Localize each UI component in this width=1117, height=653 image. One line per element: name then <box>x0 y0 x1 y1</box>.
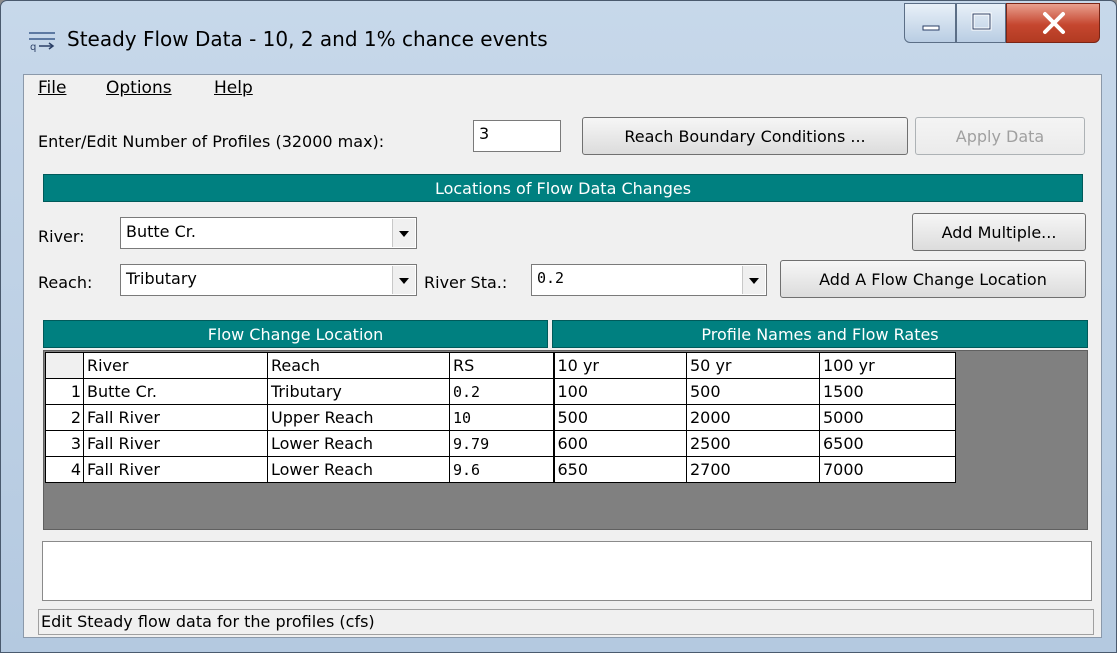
row-number[interactable]: 2 <box>45 404 84 431</box>
close-icon <box>1043 12 1065 34</box>
reach-boundary-conditions-button[interactable]: Reach Boundary Conditions ... <box>582 117 908 155</box>
river-select-value: Butte Cr. <box>126 222 196 241</box>
add-multiple-button[interactable]: Add Multiple... <box>912 213 1086 251</box>
cell-rs[interactable]: 10 <box>449 404 554 431</box>
status-bar: Edit Steady flow data for the profiles (… <box>38 609 1094 635</box>
cell-flow-p1[interactable]: 100 <box>552 378 687 405</box>
cell-flow-p1[interactable]: 650 <box>552 456 687 483</box>
flow-change-location-header: Flow Change Location <box>43 320 548 348</box>
title-bar[interactable]: q Steady Flow Data - 10, 2 and 1% chance… <box>1 1 1116 71</box>
flow-table: River Reach RS 10 yr 50 yr 100 yr 1 Butt… <box>45 352 956 483</box>
river-station-value: 0.2 <box>537 269 565 287</box>
river-select[interactable]: Butte Cr. <box>120 217 417 249</box>
row-number[interactable]: 4 <box>45 456 84 483</box>
cell-flow-p3[interactable]: 1500 <box>819 378 956 405</box>
cell-flow-p1[interactable]: 500 <box>552 404 687 431</box>
cell-rs[interactable]: 9.79 <box>449 430 554 457</box>
reach-select[interactable]: Tributary <box>120 264 417 296</box>
menu-file[interactable]: File <box>38 78 66 98</box>
cell-rs[interactable]: 0.2 <box>449 378 554 405</box>
cell-flow-p3[interactable]: 5000 <box>819 404 956 431</box>
column-header-profile-1[interactable]: 10 yr <box>552 352 687 379</box>
profiles-label: Enter/Edit Number of Profiles (32000 max… <box>38 132 385 151</box>
minimize-button[interactable] <box>904 3 956 43</box>
menu-help-label: Help <box>214 78 253 98</box>
menu-bar: File Options Help <box>24 75 1101 105</box>
chevron-down-icon[interactable] <box>392 266 415 294</box>
river-station-label: River Sta.: <box>424 273 508 292</box>
column-header-rs: RS <box>449 352 554 379</box>
row-number-header <box>45 352 84 379</box>
cell-flow-p2[interactable]: 500 <box>686 378 820 405</box>
maximize-button[interactable] <box>956 3 1006 43</box>
river-station-select[interactable]: 0.2 <box>531 264 767 296</box>
locations-header: Locations of Flow Data Changes <box>43 174 1083 202</box>
river-label: River: <box>38 227 85 246</box>
cell-flow-p2[interactable]: 2500 <box>686 430 820 457</box>
column-header-reach: Reach <box>267 352 450 379</box>
close-button[interactable] <box>1006 3 1100 43</box>
column-header-profile-2[interactable]: 50 yr <box>686 352 820 379</box>
minimize-icon <box>922 25 940 31</box>
cell-flow-p1[interactable]: 600 <box>552 430 687 457</box>
table-row: 3 Fall River Lower Reach 9.79 600 2500 6… <box>45 430 956 457</box>
cell-flow-p3[interactable]: 7000 <box>819 456 956 483</box>
table-row: 4 Fall River Lower Reach 9.6 650 2700 70… <box>45 456 956 483</box>
row-number[interactable]: 3 <box>45 430 84 457</box>
cell-river[interactable]: Fall River <box>83 430 268 457</box>
cell-river[interactable]: Fall River <box>83 404 268 431</box>
profiles-count-input[interactable]: 3 <box>473 120 561 152</box>
cell-reach[interactable]: Lower Reach <box>267 456 450 483</box>
cell-reach[interactable]: Tributary <box>267 378 450 405</box>
flow-app-icon: q <box>29 32 55 53</box>
cell-flow-p2[interactable]: 2700 <box>686 456 820 483</box>
maximize-icon <box>971 12 992 31</box>
app-window: q Steady Flow Data - 10, 2 and 1% chance… <box>0 0 1117 653</box>
row-number[interactable]: 1 <box>45 378 84 405</box>
add-flow-change-location-button[interactable]: Add A Flow Change Location <box>780 260 1086 298</box>
table-row: 2 Fall River Upper Reach 10 500 2000 500… <box>45 404 956 431</box>
flow-data-grid: River Reach RS 10 yr 50 yr 100 yr 1 Butt… <box>43 350 1088 530</box>
cell-flow-p2[interactable]: 2000 <box>686 404 820 431</box>
cell-river[interactable]: Fall River <box>83 456 268 483</box>
cell-reach[interactable]: Lower Reach <box>267 430 450 457</box>
table-row: 1 Butte Cr. Tributary 0.2 100 500 1500 <box>45 378 956 405</box>
description-textbox[interactable] <box>42 541 1092 601</box>
chevron-down-icon[interactable] <box>742 266 765 294</box>
column-header-river: River <box>83 352 268 379</box>
chevron-down-icon[interactable] <box>392 219 415 247</box>
menu-file-label: File <box>38 78 67 98</box>
cell-river[interactable]: Butte Cr. <box>83 378 268 405</box>
column-header-profile-3[interactable]: 100 yr <box>819 352 956 379</box>
apply-data-button[interactable]: Apply Data <box>915 117 1085 155</box>
reach-label: Reach: <box>38 273 93 292</box>
table-header-row: River Reach RS 10 yr 50 yr 100 yr <box>45 352 956 379</box>
reach-select-value: Tributary <box>126 269 197 288</box>
cell-flow-p3[interactable]: 6500 <box>819 430 956 457</box>
cell-reach[interactable]: Upper Reach <box>267 404 450 431</box>
svg-text:q: q <box>30 42 36 53</box>
cell-rs[interactable]: 9.6 <box>449 456 554 483</box>
menu-options-label: Options <box>106 78 172 98</box>
window-title: Steady Flow Data - 10, 2 and 1% chance e… <box>67 27 548 51</box>
profile-names-header: Profile Names and Flow Rates <box>552 320 1088 348</box>
menu-options[interactable]: Options <box>106 78 172 98</box>
menu-help[interactable]: Help <box>214 78 253 98</box>
client-area: File Options Help Enter/Edit Number of P… <box>23 74 1102 638</box>
